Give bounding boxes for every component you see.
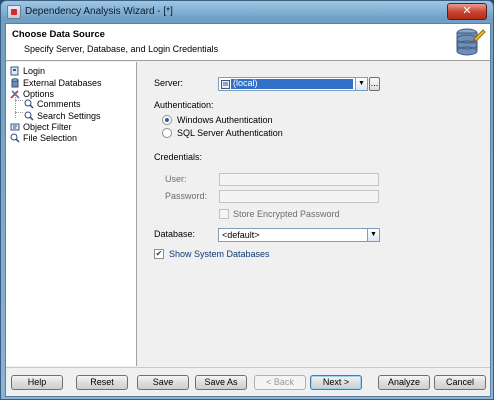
save-button[interactable]: Save xyxy=(137,375,189,390)
tree-connector xyxy=(15,112,23,113)
password-label: Password: xyxy=(165,191,208,201)
page-subtitle: Specify Server, Database, and Login Cred… xyxy=(24,44,219,54)
chevron-down-icon[interactable]: ▼ xyxy=(355,78,367,90)
navigation-tree: Login External Databases Options Comment… xyxy=(6,62,137,366)
login-icon xyxy=(10,66,19,76)
database-combobox[interactable]: <default> ▼ xyxy=(218,228,380,242)
credentials-label: Credentials: xyxy=(154,152,203,162)
windows-auth-label[interactable]: Windows Authentication xyxy=(177,115,273,125)
help-button[interactable]: Help xyxy=(11,375,63,390)
tree-connector xyxy=(15,100,23,101)
chevron-down-icon[interactable]: ▼ xyxy=(367,229,379,241)
analyze-button[interactable]: Analyze xyxy=(378,375,430,390)
server-selected-value: (local) xyxy=(231,78,353,89)
store-encrypted-label: Store Encrypted Password xyxy=(233,209,340,219)
title-bar[interactable]: Dependency Analysis Wizard - [*] ✕ xyxy=(1,1,493,23)
show-system-databases-checkbox[interactable]: ✔ xyxy=(154,249,164,259)
user-input[interactable] xyxy=(219,173,379,186)
wizard-header: Choose Data Source Specify Server, Datab… xyxy=(6,24,490,61)
sql-auth-label[interactable]: SQL Server Authentication xyxy=(177,128,283,138)
server-combobox[interactable]: (local) ▼ xyxy=(218,77,368,91)
wizard-window: Dependency Analysis Wizard - [*] ✕ Choos… xyxy=(0,0,494,400)
save-as-button[interactable]: Save As xyxy=(195,375,247,390)
windows-auth-radio[interactable] xyxy=(162,115,172,125)
authentication-label: Authentication: xyxy=(154,100,214,110)
sql-auth-radio[interactable] xyxy=(162,128,172,138)
server-browse-button[interactable]: ... xyxy=(369,77,380,91)
comments-icon xyxy=(24,99,34,109)
database-wizard-icon xyxy=(456,28,486,56)
data-source-form: Server: (local) ▼ ... Authentication: Wi… xyxy=(138,62,490,366)
server-label: Server: xyxy=(154,78,184,88)
next-button[interactable]: Next > xyxy=(310,375,362,390)
show-system-databases-label[interactable]: Show System Databases xyxy=(169,249,270,259)
database-label: Database: xyxy=(154,229,196,239)
cancel-button[interactable]: Cancel xyxy=(434,375,486,390)
user-label: User: xyxy=(165,174,187,184)
store-encrypted-checkbox[interactable] xyxy=(219,209,229,219)
file-selection-icon xyxy=(10,133,20,143)
database-icon xyxy=(11,78,19,88)
window-title: Dependency Analysis Wizard - [*] xyxy=(25,6,173,17)
reset-button[interactable]: Reset xyxy=(76,375,128,390)
app-icon xyxy=(7,5,21,19)
wizard-client-area: Choose Data Source Specify Server, Datab… xyxy=(5,23,491,397)
wizard-button-bar: Help Reset Save Save As < Back Next > An… xyxy=(6,367,490,396)
password-input[interactable] xyxy=(219,190,379,203)
object-filter-icon xyxy=(10,123,20,131)
search-settings-icon xyxy=(24,111,34,121)
options-icon xyxy=(10,90,20,99)
server-icon xyxy=(221,80,230,89)
close-button[interactable]: ✕ xyxy=(447,3,487,20)
page-title: Choose Data Source xyxy=(12,29,105,40)
back-button[interactable]: < Back xyxy=(254,375,306,390)
